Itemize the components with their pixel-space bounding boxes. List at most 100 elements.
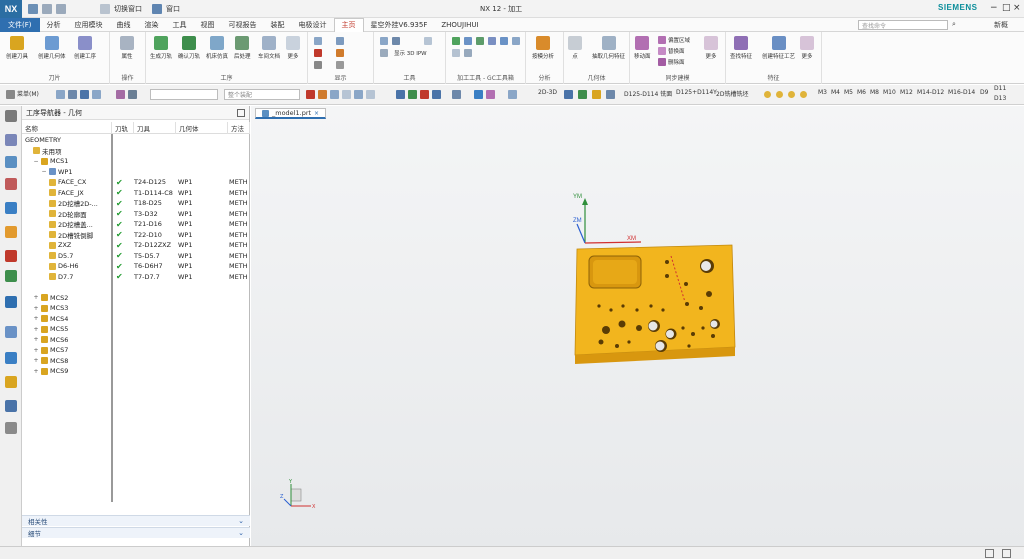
- view-icon-6[interactable]: [474, 90, 483, 99]
- view-icon-3[interactable]: [420, 90, 429, 99]
- table-row[interactable]: [22, 282, 250, 293]
- delete-face-button[interactable]: 删除面: [658, 58, 685, 66]
- select-icon-2[interactable]: [68, 90, 77, 99]
- chevron-down-icon[interactable]: ⌄: [238, 529, 244, 537]
- table-row[interactable]: + MCS6: [22, 335, 250, 346]
- switch-window-icon[interactable]: [100, 3, 110, 14]
- expand-icon[interactable]: +: [33, 305, 39, 312]
- snap-icon-4[interactable]: [342, 90, 351, 99]
- tab-applications[interactable]: 应用模块: [68, 18, 110, 32]
- table-row[interactable]: FACE_CX ✔ T24-D125 WP1 METH: [22, 177, 250, 188]
- toolbar-2d-3d[interactable]: 2D-3D: [538, 89, 557, 96]
- roles-icon[interactable]: [5, 376, 17, 388]
- settings-icon[interactable]: [5, 110, 17, 122]
- expand-icon[interactable]: +: [33, 347, 39, 354]
- select-icon-6[interactable]: [128, 90, 137, 99]
- expand-icon[interactable]: +: [33, 357, 39, 364]
- close-icon[interactable]: ×: [1013, 3, 1021, 13]
- table-row[interactable]: − MCS1: [22, 156, 250, 167]
- table-row[interactable]: D5.7 ✔ T5-D5.7 WP1 METH: [22, 251, 250, 262]
- move-face-button[interactable]: 移动面: [634, 36, 651, 60]
- snap-icon-3[interactable]: [330, 90, 339, 99]
- history-icon[interactable]: [5, 296, 17, 308]
- drill-dot-icon-4[interactable]: [800, 91, 807, 98]
- column-tool[interactable]: 刀具: [134, 122, 176, 134]
- tool-icon-c[interactable]: [380, 49, 388, 57]
- column-toolpath[interactable]: 刀轨: [112, 122, 134, 134]
- column-geometry[interactable]: 几何体: [176, 122, 228, 134]
- column-name[interactable]: 名称: [22, 122, 112, 134]
- table-row[interactable]: FACE_JX ✔ T1-D114-C8 WP1 METH: [22, 188, 250, 199]
- part-navigator-icon[interactable]: [5, 202, 17, 214]
- tab-visual-report[interactable]: 可视报告: [222, 18, 264, 32]
- reuse-library-icon[interactable]: [5, 226, 17, 238]
- table-row[interactable]: D7.7 ✔ T7-D7.7 WP1 METH: [22, 272, 250, 283]
- column-divider[interactable]: [111, 134, 113, 502]
- table-row[interactable]: + MCS9: [22, 366, 250, 377]
- model-viewport[interactable]: YM ZM XM X Y Z: [251, 106, 1024, 546]
- clock-icon[interactable]: [5, 352, 17, 364]
- table-row[interactable]: + MCS5: [22, 324, 250, 335]
- table-row[interactable]: 2D挖槽盖... ✔ T21-D16 WP1 METH: [22, 219, 250, 230]
- toolbar-m4[interactable]: M4: [831, 89, 840, 96]
- table-row[interactable]: + MCS8: [22, 356, 250, 367]
- toolbar-d13[interactable]: D13: [994, 95, 1006, 102]
- toolbar-d9[interactable]: D9: [980, 89, 988, 96]
- web-browser-icon[interactable]: [5, 270, 17, 282]
- assembly-filter-dropdown[interactable]: 整个装配: [224, 89, 300, 100]
- display-option-icon[interactable]: [336, 37, 344, 45]
- view-icon-5[interactable]: [452, 90, 461, 99]
- snap-icon-6[interactable]: [366, 90, 375, 99]
- display-path-icon[interactable]: [314, 49, 322, 57]
- tool-icon-d[interactable]: [424, 37, 432, 45]
- graphics-window[interactable]: _model1.prt × YM ZM XM X Y Z: [251, 106, 1024, 546]
- show-3d-ipw-button[interactable]: 显示 3D IPW: [394, 49, 427, 57]
- properties-button[interactable]: 属性: [120, 36, 134, 60]
- tab-analysis[interactable]: 分析: [40, 18, 68, 32]
- verify-toolpath-button[interactable]: 确认刀轨: [178, 36, 200, 60]
- tab-home[interactable]: 主页: [333, 17, 364, 32]
- replace-face-button[interactable]: 替换面: [658, 47, 685, 55]
- table-row[interactable]: GEOMETRY: [22, 135, 250, 146]
- gc-icon-6[interactable]: [512, 37, 520, 45]
- toolbar-m6[interactable]: M6: [857, 89, 866, 96]
- gc-icon-3[interactable]: [476, 37, 484, 45]
- window-menu-button[interactable]: 窗口: [166, 4, 180, 14]
- create-tool-button[interactable]: 创建刀具: [6, 36, 28, 60]
- table-row[interactable]: 未用项: [22, 146, 250, 157]
- operation-navigator-icon[interactable]: [5, 134, 17, 146]
- expand-icon[interactable]: +: [33, 368, 39, 375]
- point-button[interactable]: 点: [568, 36, 582, 60]
- file-menu-button[interactable]: 文件(F): [0, 17, 40, 32]
- view-icon-4[interactable]: [432, 90, 441, 99]
- display-clear-icon[interactable]: [314, 61, 322, 69]
- toolbar-d11[interactable]: D11: [994, 85, 1006, 92]
- toolbar-m16-d14[interactable]: M16-D14: [948, 89, 975, 96]
- command-search-input[interactable]: 查找命令: [858, 20, 948, 30]
- tab-electrode-design[interactable]: 电极设计: [292, 18, 334, 32]
- display-color-icon[interactable]: [336, 49, 344, 57]
- process-more-button[interactable]: 更多: [286, 36, 300, 60]
- create-geometry-button[interactable]: 创建几何体: [38, 36, 66, 60]
- view-icon-1[interactable]: [396, 90, 405, 99]
- switch-window-button[interactable]: 切换窗口: [114, 4, 142, 14]
- constraint-navigator-icon[interactable]: [5, 178, 17, 190]
- toolbar-m10[interactable]: M10: [883, 89, 896, 96]
- extract-geometry-button[interactable]: 抽取几何特征: [592, 36, 625, 60]
- toolbar-face-mill-y[interactable]: D125+D114Y: [676, 89, 717, 96]
- table-row[interactable]: + MCS4: [22, 314, 250, 325]
- undo-icon[interactable]: [42, 3, 52, 14]
- type-filter-dropdown[interactable]: [150, 89, 218, 100]
- toolbar-face-mill[interactable]: D125-D114 铣面: [624, 89, 672, 98]
- toolbar-m8[interactable]: M8: [870, 89, 879, 96]
- machine-tool-navigator-icon[interactable]: [5, 326, 17, 338]
- details-panel[interactable]: 细节 ⌄: [22, 527, 250, 538]
- fullscreen-icon[interactable]: [985, 549, 994, 558]
- mold-analysis-button[interactable]: 按模分析: [532, 36, 554, 60]
- redo-icon[interactable]: [56, 3, 66, 14]
- drill-dot-icon-1[interactable]: [764, 91, 771, 98]
- table-row[interactable]: 2D挖槽2D-... ✔ T18-D25 WP1 METH: [22, 198, 250, 209]
- shop-doc-button[interactable]: 车间文档: [258, 36, 280, 60]
- toolbar-m5[interactable]: M5: [844, 89, 853, 96]
- expand-icon[interactable]: +: [33, 336, 39, 343]
